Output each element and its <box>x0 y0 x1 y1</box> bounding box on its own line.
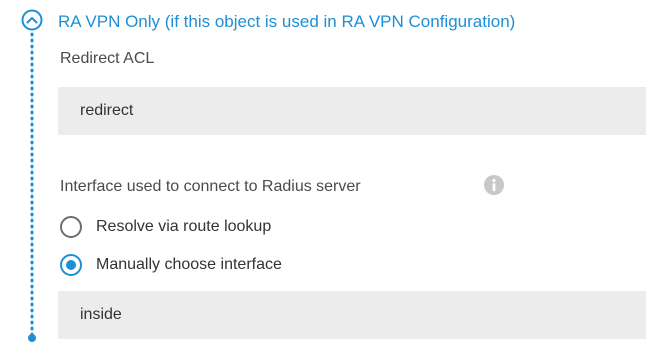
radio-label-route-lookup: Resolve via route lookup <box>96 218 272 235</box>
timeline-end-dot <box>28 334 36 342</box>
timeline-rail <box>0 0 60 343</box>
radio-label-manual-interface: Manually choose interface <box>96 256 282 273</box>
section-toggle-button[interactable] <box>21 9 43 31</box>
redirect-acl-label: Redirect ACL <box>60 50 155 67</box>
section-title: RA VPN Only (if this object is used in R… <box>58 12 516 31</box>
interface-label: Interface used to connect to Radius serv… <box>60 178 361 195</box>
radio-option-route-lookup[interactable]: Resolve via route lookup <box>60 214 271 240</box>
redirect-acl-field[interactable]: redirect <box>58 87 646 135</box>
radio-option-manual-interface[interactable]: Manually choose interface <box>60 252 282 278</box>
interface-select-field[interactable]: inside <box>58 291 646 339</box>
radio-button-selected[interactable] <box>60 254 82 276</box>
radio-button-unselected[interactable] <box>60 216 82 238</box>
info-icon[interactable] <box>483 174 505 196</box>
